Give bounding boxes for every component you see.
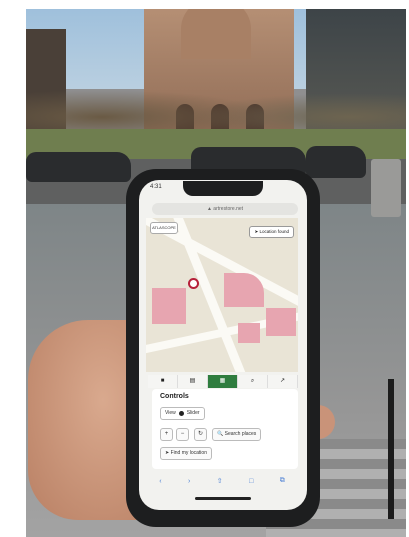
map-building-block xyxy=(224,273,264,307)
map-toolbar: ■ ▤ ▦ ⌕ ↗ xyxy=(148,375,298,388)
search-places-button[interactable]: 🔍 Search places xyxy=(212,428,262,441)
view-label: View xyxy=(165,410,176,416)
home-indicator xyxy=(195,497,251,500)
tabs-icon[interactable]: ⧉ xyxy=(280,477,285,485)
controls-title: Controls xyxy=(160,393,189,400)
historic-map[interactable]: ATLASCOPE ➤ Location found xyxy=(146,218,298,372)
share-icon[interactable]: ⇧ xyxy=(217,477,223,485)
list-tool[interactable]: ▤ xyxy=(178,375,208,388)
car xyxy=(306,146,366,178)
phone-notch xyxy=(183,181,263,196)
search-tool[interactable]: ⌕ xyxy=(238,375,268,388)
zoom-in-button[interactable]: + xyxy=(160,428,173,441)
view-value: Slider xyxy=(186,410,200,416)
map-building-block xyxy=(238,323,260,343)
location-pin-icon xyxy=(188,278,199,289)
church-tower xyxy=(181,9,251,59)
grid-tool[interactable]: ▦ xyxy=(208,375,238,388)
location-found-button[interactable]: ➤ Location found xyxy=(249,226,294,238)
stone-post xyxy=(371,159,401,217)
view-dot-icon xyxy=(178,411,184,416)
safari-toolbar: ‹ › ⇧ □ ⧉ xyxy=(146,472,298,490)
map-building-block xyxy=(266,308,296,336)
url-bar[interactable]: ▲ artrestore.net xyxy=(152,203,298,215)
car xyxy=(26,152,131,182)
bookmarks-icon[interactable]: □ xyxy=(249,478,253,485)
layers-tool[interactable]: ■ xyxy=(148,375,178,388)
zoom-out-button[interactable]: − xyxy=(176,428,189,441)
find-my-location-button[interactable]: ➤ Find my location xyxy=(160,447,212,460)
rotate-button[interactable]: ↻ xyxy=(194,428,207,441)
view-selector[interactable]: View Slider xyxy=(160,407,205,420)
back-icon[interactable]: ‹ xyxy=(159,478,161,485)
map-building-block xyxy=(152,288,186,324)
controls-panel: Controls View Slider + − ↻ 🔍 Search plac… xyxy=(152,389,298,469)
handrail xyxy=(388,379,394,519)
share-tool[interactable]: ↗ xyxy=(268,375,298,388)
status-time: 4:31 xyxy=(150,184,162,190)
forward-icon[interactable]: › xyxy=(188,478,190,485)
atlascope-logo[interactable]: ATLASCOPE xyxy=(150,222,178,234)
